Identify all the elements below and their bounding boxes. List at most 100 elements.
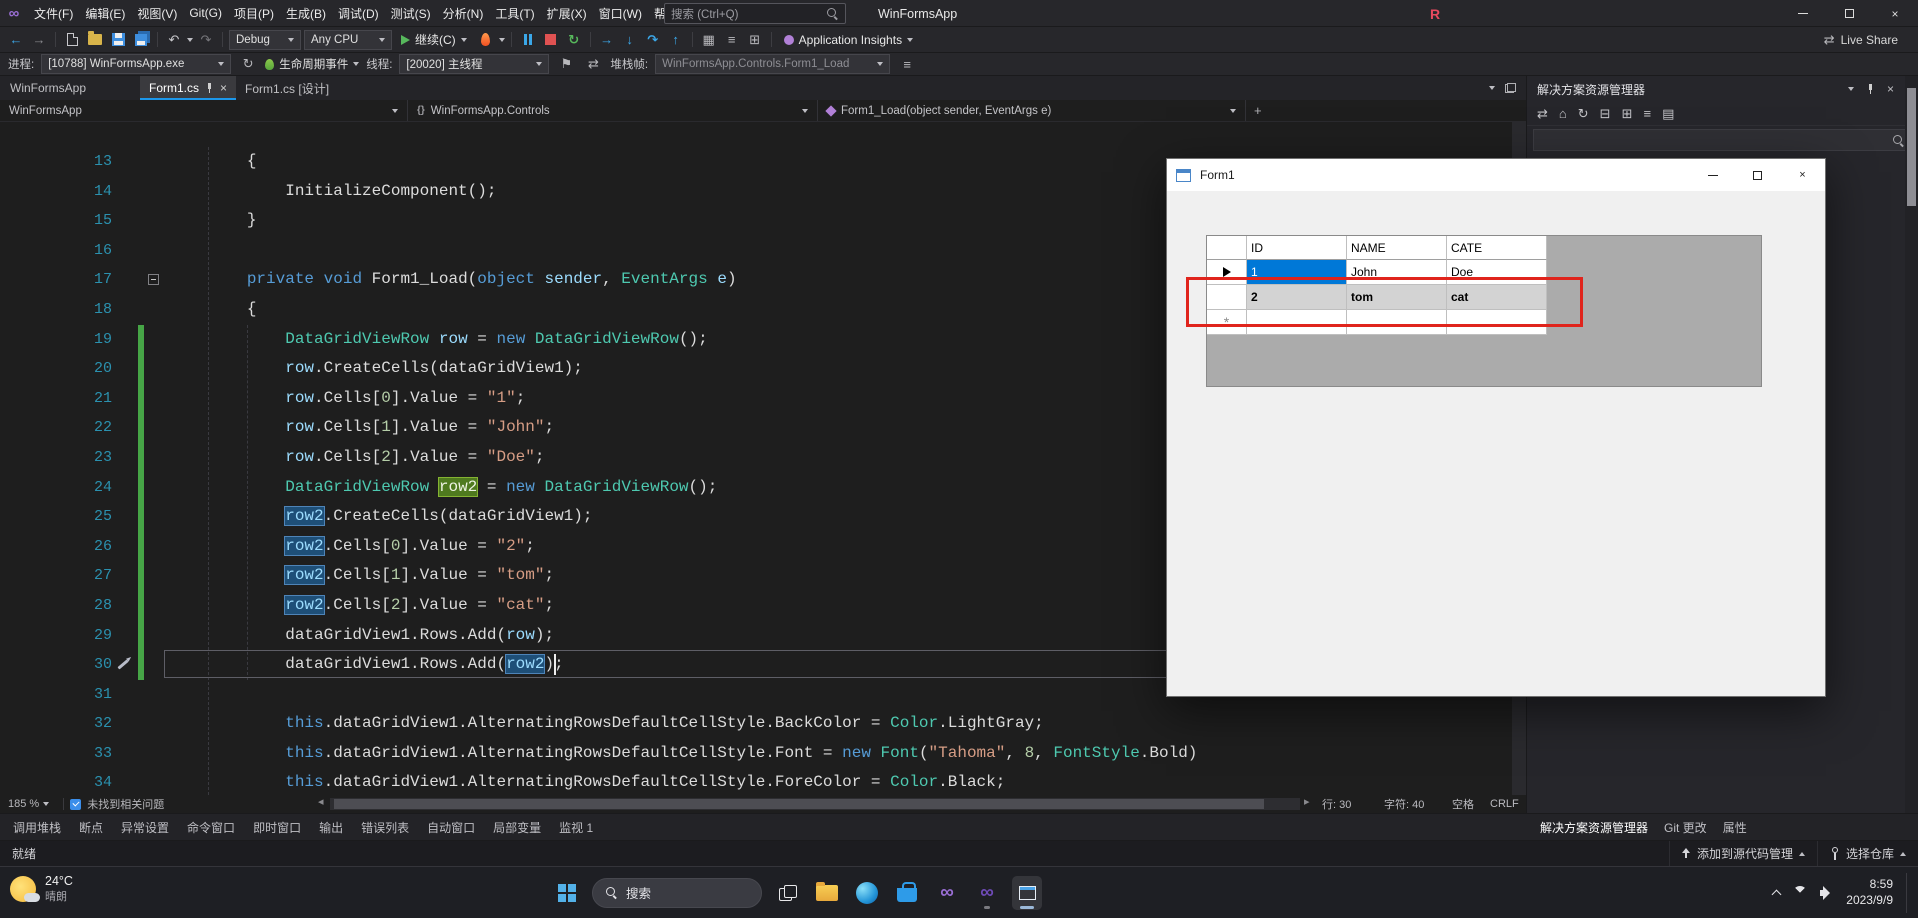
pin-icon[interactable] xyxy=(1866,84,1875,94)
step-out-icon[interactable] xyxy=(666,29,686,51)
form1-title-bar[interactable]: Form1 × xyxy=(1167,159,1825,191)
bottom-tab-6[interactable]: 错误列表 xyxy=(352,814,418,840)
winforms-app-button[interactable] xyxy=(1012,875,1042,910)
volume-icon[interactable] xyxy=(1820,885,1833,900)
bottom-tab-7[interactable]: 自动窗口 xyxy=(418,814,484,840)
step-over-icon[interactable] xyxy=(643,29,663,51)
flag-thread-icon[interactable] xyxy=(556,53,576,75)
hot-reload-button[interactable] xyxy=(476,29,496,51)
new-file-button[interactable] xyxy=(62,29,82,51)
edge-button[interactable] xyxy=(852,876,882,910)
menu-item-3[interactable]: Git(G) xyxy=(183,0,228,26)
tab-close-icon[interactable]: × xyxy=(220,81,227,95)
tab-form1cs-design[interactable]: Form1.cs [设计] xyxy=(236,76,338,100)
panel-menu-icon[interactable] xyxy=(1847,87,1854,91)
bottom-tab-8[interactable]: 局部变量 xyxy=(484,814,550,840)
add-to-source-control-button[interactable]: 添加到源代码管理 xyxy=(1668,841,1817,866)
hscroll-right-arrow[interactable]: ▸ xyxy=(1304,795,1310,808)
solution-configurations-dropdown[interactable]: Debug xyxy=(229,29,301,50)
solution-explorer-search[interactable] xyxy=(1533,129,1912,151)
menu-item-11[interactable]: 窗口(W) xyxy=(593,0,648,26)
zoom-control[interactable]: 185 % xyxy=(0,798,57,810)
solution-explorer-title-bar[interactable]: 解决方案资源管理器 × xyxy=(1527,76,1918,102)
break-all-button[interactable] xyxy=(518,29,538,51)
home-icon[interactable] xyxy=(1559,106,1567,121)
menu-item-2[interactable]: 视图(V) xyxy=(131,0,183,26)
grid-column-header-0[interactable]: ID xyxy=(1247,236,1347,260)
undo-dropdown-caret[interactable] xyxy=(187,37,193,42)
refresh-icon[interactable] xyxy=(1578,106,1589,122)
process-snapshot-icon[interactable] xyxy=(238,53,258,75)
split-editor-icon[interactable] xyxy=(1246,100,1270,121)
form1-minimize-button[interactable] xyxy=(1690,159,1735,191)
redo-icon[interactable] xyxy=(196,29,216,51)
show-next-statement-icon[interactable] xyxy=(597,29,617,51)
menu-item-5[interactable]: 生成(B) xyxy=(280,0,332,26)
menu-item-6[interactable]: 调试(D) xyxy=(332,0,385,26)
form1-close-button[interactable]: × xyxy=(1780,159,1825,191)
sync-icon[interactable] xyxy=(1537,106,1548,122)
form1-window[interactable]: Form1 × ID NAME CATE 1 John Doe 2 tom cat xyxy=(1166,158,1826,697)
restart-icon[interactable] xyxy=(564,29,584,51)
stack-frame-dropdown[interactable]: WinFormsApp.Controls.Form1_Load xyxy=(655,54,891,74)
panel-close-icon[interactable]: × xyxy=(1887,82,1894,96)
navigate-back-icon[interactable] xyxy=(6,29,26,51)
visual-studio-button[interactable] xyxy=(932,876,962,910)
menu-item-9[interactable]: 工具(T) xyxy=(489,0,540,26)
scrollbar-thumb[interactable] xyxy=(334,799,1264,809)
stop-debugging-button[interactable] xyxy=(541,29,561,51)
code-line-32[interactable]: 32 this.dataGridView1.AlternatingRowsDef… xyxy=(0,709,1512,739)
tool-icon-lines[interactable] xyxy=(722,29,742,51)
grid-column-header-2[interactable]: CATE xyxy=(1447,236,1547,260)
quick-search-box[interactable]: 搜索 (Ctrl+Q) xyxy=(664,3,846,24)
float-window-icon[interactable] xyxy=(1505,83,1516,93)
continue-button[interactable]: 继续(C) xyxy=(395,29,473,51)
menu-item-0[interactable]: 文件(F) xyxy=(28,0,79,26)
spaces-indicator[interactable]: 空格 xyxy=(1452,795,1474,813)
panel-tab-2[interactable]: 属性 xyxy=(1715,814,1755,840)
form1-maximize-button[interactable] xyxy=(1735,159,1780,191)
maximize-button[interactable] xyxy=(1826,0,1872,27)
lifecycle-events-button[interactable]: 生命周期事件 xyxy=(265,56,360,72)
menu-item-8[interactable]: 分析(N) xyxy=(437,0,490,26)
tab-winformsapp[interactable]: WinFormsApp xyxy=(0,76,96,100)
tab-form1cs[interactable]: Form1.cs × xyxy=(140,76,237,100)
scrollbar-thumb[interactable] xyxy=(1907,88,1916,206)
wifi-icon[interactable] xyxy=(1793,885,1808,900)
select-repository-button[interactable]: 选择仓库 xyxy=(1816,841,1918,866)
tool-icon-box[interactable] xyxy=(745,29,765,51)
grid-column-header-1[interactable]: NAME xyxy=(1347,236,1447,260)
bottom-tab-2[interactable]: 异常设置 xyxy=(112,814,178,840)
hot-reload-dropdown-caret[interactable] xyxy=(498,37,505,42)
clock[interactable]: 8:59 2023/9/9 xyxy=(1846,877,1893,908)
menu-item-1[interactable]: 编辑(E) xyxy=(79,0,131,26)
show-all-files-icon[interactable] xyxy=(1643,106,1651,121)
resharper-icon[interactable]: R xyxy=(1430,0,1440,27)
application-insights-dropdown[interactable]: Application Insights xyxy=(778,29,919,51)
toolbar-overflow-icon[interactable] xyxy=(897,53,917,75)
editor-horizontal-scrollbar[interactable] xyxy=(330,798,1300,810)
pin-icon[interactable] xyxy=(205,83,214,93)
save-button[interactable] xyxy=(108,29,128,51)
close-button[interactable]: × xyxy=(1872,0,1918,27)
breadcrumb-project-dropdown[interactable]: WinFormsApp xyxy=(0,100,408,121)
collapse-all-icon[interactable] xyxy=(1600,106,1611,122)
undo-icon[interactable] xyxy=(164,29,184,51)
switch-thread-icon[interactable] xyxy=(583,53,603,75)
live-share-button[interactable]: Live Share xyxy=(1824,32,1912,48)
menu-item-7[interactable]: 测试(S) xyxy=(385,0,437,26)
document-health-icon[interactable] xyxy=(70,798,82,810)
navigate-forward-icon[interactable] xyxy=(29,29,49,51)
hscroll-left-arrow[interactable]: ◂ xyxy=(318,795,324,808)
breadcrumb-namespace-dropdown[interactable]: WinFormsApp.Controls xyxy=(408,100,818,121)
store-button[interactable] xyxy=(892,876,922,910)
bottom-tab-9[interactable]: 监视 1 xyxy=(550,814,602,840)
open-file-button[interactable] xyxy=(85,29,105,51)
bottom-tab-3[interactable]: 命令窗口 xyxy=(178,814,244,840)
breadcrumb-member-dropdown[interactable]: Form1_Load(object sender, EventArgs e) xyxy=(818,100,1246,121)
grid-corner-cell[interactable] xyxy=(1207,236,1247,260)
task-view-button[interactable] xyxy=(772,876,802,910)
minimize-button[interactable] xyxy=(1780,0,1826,27)
menu-item-10[interactable]: 扩展(X) xyxy=(541,0,593,26)
document-list-icon[interactable] xyxy=(1489,86,1495,90)
